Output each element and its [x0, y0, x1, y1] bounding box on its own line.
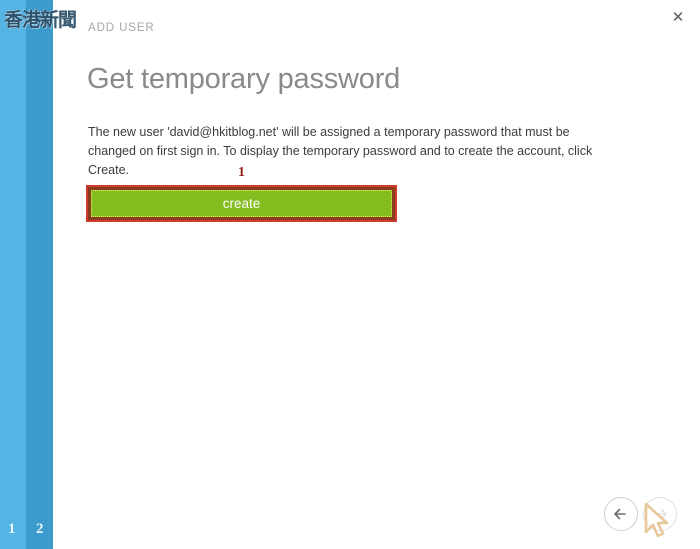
next-button[interactable] [643, 497, 677, 531]
arrow-left-icon [614, 508, 626, 520]
annotation-step-number: 1 [238, 165, 245, 180]
wizard-step-1-number: 1 [8, 521, 16, 537]
add-user-wizard: 1 2 香港新聞 ADD USER ✕ Get temporary passwo… [0, 0, 700, 549]
arrow-right-icon [655, 508, 667, 520]
wizard-step-2[interactable]: 2 [26, 0, 53, 549]
back-button[interactable] [604, 497, 638, 531]
wizard-step-rail: 1 2 [0, 0, 53, 549]
wizard-content-pane: ADD USER ✕ Get temporary password The ne… [53, 0, 700, 549]
site-watermark-text: 香港新聞 [4, 9, 77, 31]
wizard-navigation [604, 497, 682, 538]
page-title: Get temporary password [87, 63, 401, 96]
wizard-eyebrow-label: ADD USER [88, 22, 155, 34]
close-icon[interactable]: ✕ [667, 7, 689, 29]
annotation-highlight-group: 1 create [86, 166, 397, 222]
wizard-step-2-number: 2 [36, 521, 44, 537]
wizard-step-1[interactable]: 1 [0, 0, 26, 549]
create-button[interactable]: create [91, 190, 392, 217]
site-watermark-logo: 香港新聞 [4, 7, 80, 33]
wizard-description-text: The new user 'david@hkitblog.net' will b… [88, 124, 593, 177]
